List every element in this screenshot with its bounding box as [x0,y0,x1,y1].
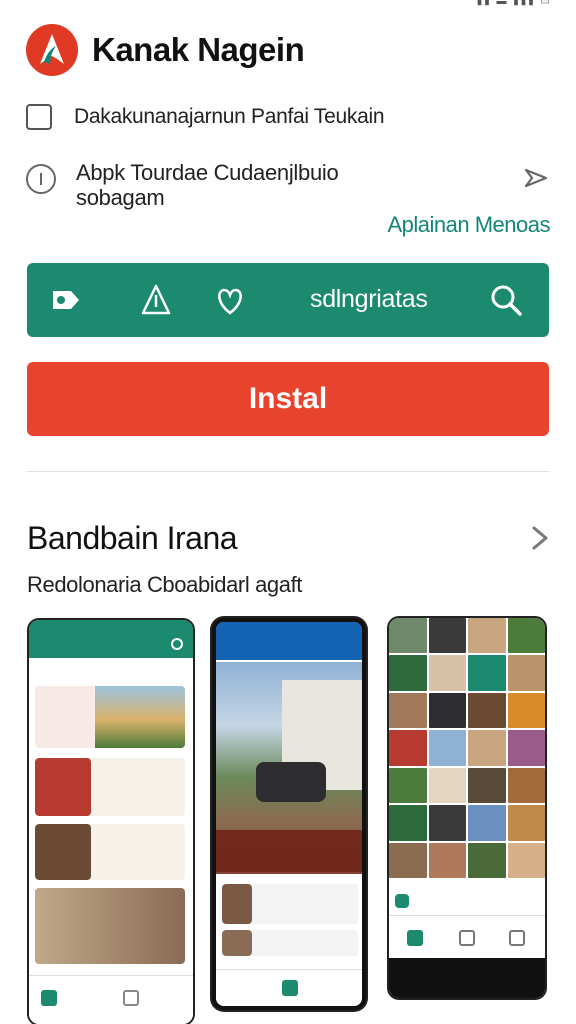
screenshot-2-bottom-nav [216,969,362,1006]
screenshot-3-photo-grid [389,618,545,878]
screenshot-1-card-1-thumb [35,758,91,816]
screenshot-3-bottom-nav [389,915,545,958]
app-header: Kanak Nagein [26,22,550,78]
share-icon[interactable] [522,164,550,192]
screenshot-3[interactable] [389,618,545,998]
screenshot-3-nav-icon-3 [509,930,525,946]
video-icon[interactable] [47,281,85,319]
screenshot-1-topbar [29,620,193,658]
screenshot-2-home-icon [282,980,298,996]
screenshot-3-caption-icon [395,894,409,908]
action-toolbar: sdlngriatas [27,263,549,337]
screenshot-2-card-2-thumb [222,930,252,956]
screenshot-2-car [256,762,326,802]
info-text-line1: Abpk Tourdae Cudaenjlbuio [76,160,339,185]
screenshot-3-system-nav [389,958,545,998]
screenshot-2-card-2 [222,930,358,956]
screenshot-2-caption [216,830,362,874]
checkbox[interactable] [26,104,52,130]
search-icon[interactable] [487,281,525,319]
screenshot-1-banner-logo [35,686,93,748]
more-link[interactable]: Aplainan Menoas [387,212,550,238]
checkbox-row[interactable]: Dakakunanajarnun Panfai Teukain [26,100,550,134]
toolbar-label: sdlngriatas [310,285,428,313]
screenshot-1-banner-photo [95,686,185,748]
screenshot-1[interactable] [29,620,193,1024]
chevron-right-icon[interactable] [528,524,552,552]
info-text-line2: sobagam [76,185,165,210]
info-text: Abpk Tourdae Cudaenjlbuio sobagam [76,160,339,210]
screenshot-1-card-2 [35,824,185,880]
screenshot-1-card-1 [35,758,185,816]
section-title: Bandbain Irana [27,520,238,556]
app-title: Kanak Nagein [92,31,305,68]
screenshot-2-topbar [216,622,362,660]
screenshot-1-banner [35,686,185,748]
heart-icon[interactable] [211,281,249,319]
screenshot-1-bottom-nav [29,975,193,1024]
app-logo [26,24,78,76]
screenshot-1-card-2-thumb [35,824,91,880]
screenshot-3-nav-icon-2 [459,930,475,946]
screenshot-1-card-3 [35,888,185,964]
screenshot-3-home-icon [407,930,423,946]
status-icons: ▮▮ ▬ ▮▮▮ ▭ [476,0,552,7]
screenshot-3-caption [395,888,539,916]
checkbox-label: Dakakunanajarnun Panfai Teukain [74,105,385,128]
info-row: Abpk Tourdae Cudaenjlbuio sobagam [26,160,550,220]
screenshot-2-card-1-thumb [222,884,252,924]
screenshot-1-home-icon [41,990,57,1006]
section-subtitle: Redolonaria Cboabidarl agaft [27,572,302,597]
screenshot-2-card-1 [222,884,358,924]
status-bar: ▮▮ ▬ ▮▮▮ ▭ [0,0,576,10]
screenshot-1-search-icon [171,638,183,650]
screenshot-carousel[interactable] [27,616,549,1024]
install-button[interactable]: Instal [27,362,549,436]
info-icon [26,164,56,194]
divider [27,471,549,472]
warning-icon[interactable] [137,281,175,319]
screenshot-2[interactable] [212,618,366,1010]
screenshot-1-nav-icon [123,990,139,1006]
